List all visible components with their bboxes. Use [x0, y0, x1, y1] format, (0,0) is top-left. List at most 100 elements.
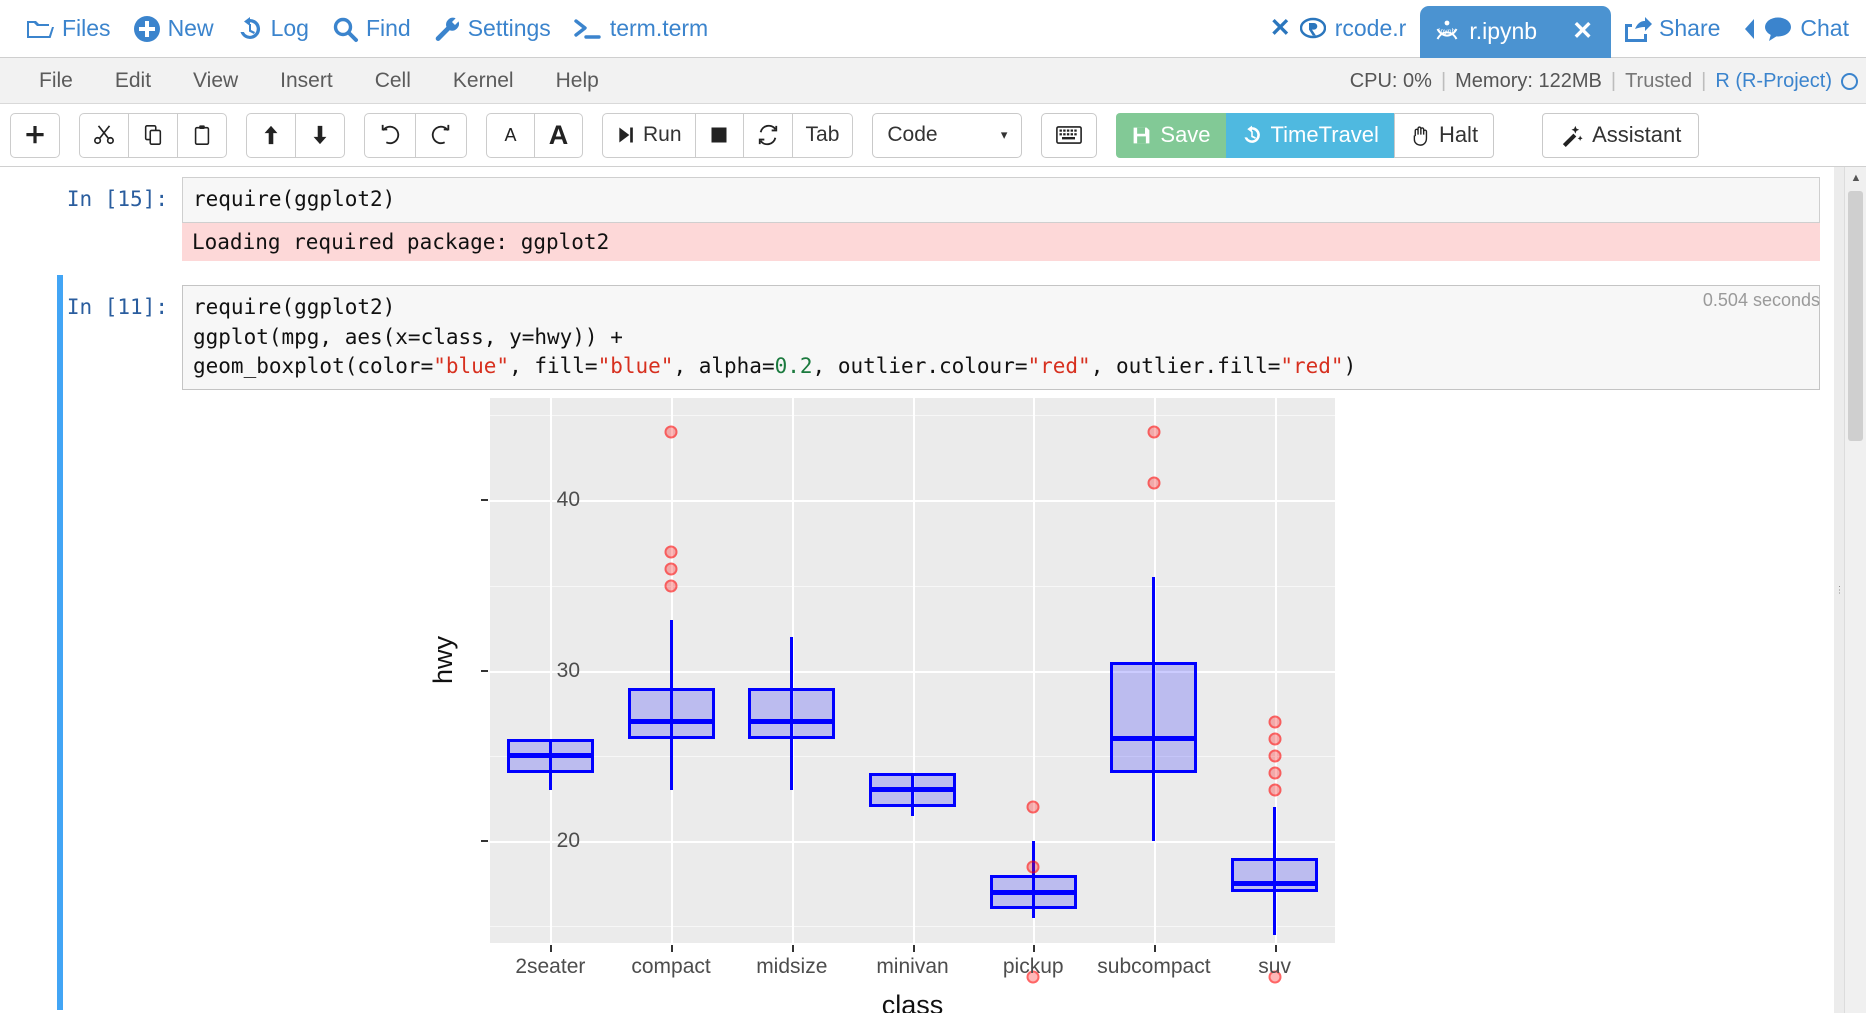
settings-button[interactable]: Settings: [422, 11, 562, 47]
boxplot-box: [628, 688, 715, 739]
halt-button[interactable]: Halt: [1394, 113, 1494, 158]
boxplot-outlier: [665, 562, 678, 575]
x-axis-tick-mark: [671, 945, 673, 952]
y-axis-tick-label: 40: [557, 488, 580, 512]
code-fragment: , fill=: [509, 354, 598, 378]
notebook-cell[interactable]: In [15]: require(ggplot2) Loading requir…: [0, 167, 1844, 261]
terminal-tab-label: term.term: [610, 15, 708, 42]
grid-line-vertical: [913, 398, 915, 943]
notebook-cell[interactable]: In [11]: 0.504 seconds require(ggplot2) …: [0, 275, 1844, 1010]
share-label: Share: [1659, 15, 1720, 42]
tab-rcode-r[interactable]: ✕ rcode.r: [1256, 0, 1421, 58]
top-bar: Files New Log Find Settings: [0, 0, 1866, 58]
code-editor[interactable]: require(ggplot2): [182, 177, 1820, 223]
cell-prompt: In [15]:: [0, 177, 182, 261]
boxplot-median: [748, 719, 835, 724]
copy-icon: [142, 124, 164, 146]
menu-cell[interactable]: Cell: [354, 64, 432, 98]
code-number: 0.2: [775, 354, 813, 378]
redo-icon: [429, 124, 453, 146]
menu-view[interactable]: View: [172, 64, 259, 98]
chevron-left-icon: [1742, 17, 1756, 41]
assistant-button[interactable]: Assistant: [1542, 113, 1699, 158]
settings-label: Settings: [468, 15, 551, 42]
terminal-tab-button[interactable]: term.term: [562, 11, 719, 46]
run-icon: [616, 125, 636, 145]
restart-kernel-button[interactable]: [743, 113, 793, 158]
kernel-name[interactable]: R (R-Project): [1715, 70, 1832, 93]
r-file-icon: [1300, 16, 1326, 42]
find-button[interactable]: Find: [320, 11, 422, 47]
chat-label: Chat: [1800, 15, 1849, 42]
scroll-up-arrow-icon[interactable]: ▲: [1845, 167, 1866, 189]
toolbar-group-run: Run Tab: [602, 113, 853, 158]
menu-help[interactable]: Help: [535, 64, 620, 98]
keyboard-shortcuts-button[interactable]: [1041, 113, 1097, 158]
x-axis-tick-label: pickup: [1003, 955, 1064, 979]
cut-cell-button[interactable]: [79, 113, 129, 158]
top-bar-right-actions: Share Chat: [1611, 11, 1866, 47]
hand-icon: [1410, 125, 1431, 146]
boxplot-outlier: [1027, 860, 1040, 873]
tab-r-ipynb[interactable]: ipynb r.ipynb ✕: [1420, 6, 1611, 58]
large-a-label: A: [549, 120, 569, 151]
x-axis-tick-label: minivan: [876, 955, 948, 979]
menu-kernel[interactable]: Kernel: [432, 64, 535, 98]
timetravel-label: TimeTravel: [1271, 122, 1379, 148]
increase-font-button[interactable]: A: [534, 113, 583, 158]
x-axis-label: class: [882, 990, 944, 1013]
timetravel-button[interactable]: TimeTravel: [1226, 113, 1394, 158]
log-button[interactable]: Log: [225, 11, 320, 47]
boxplot-box: [1231, 858, 1318, 892]
toolbar-group-insert: [10, 113, 60, 158]
arrow-down-icon: [309, 124, 331, 146]
menu-insert[interactable]: Insert: [259, 64, 354, 98]
x-axis-tick-mark: [1033, 945, 1035, 952]
stop-button[interactable]: [695, 113, 744, 158]
code-fragment: , alpha=: [673, 354, 774, 378]
cell-type-select[interactable]: Code ▾: [872, 113, 1022, 158]
notebook-scroll-region: In [15]: require(ggplot2) Loading requir…: [0, 167, 1844, 1013]
undo-button[interactable]: [364, 113, 416, 158]
plus-icon: [24, 124, 46, 146]
x-axis-tick-label: compact: [631, 955, 710, 979]
jupyter-icon: ipynb: [1434, 19, 1460, 45]
boxplot-outlier: [1268, 749, 1281, 762]
kernel-idle-icon: [1841, 73, 1858, 90]
paste-cell-button[interactable]: [177, 113, 227, 158]
toolbar-group-clipboard: [79, 113, 227, 158]
trusted-status: Trusted: [1625, 70, 1692, 93]
right-resize-handle[interactable]: ⋮⋮: [1834, 167, 1844, 1013]
tab-completion-button[interactable]: Tab: [792, 113, 854, 158]
close-icon[interactable]: ✕: [1270, 16, 1291, 41]
code-fragment: geom_boxplot(color=: [193, 354, 433, 378]
code-line-2: ggplot(mpg, aes(x=class, y=hwy)) +: [193, 325, 623, 349]
cell-body: require(ggplot2) Loading required packag…: [182, 177, 1844, 261]
move-cell-down-button[interactable]: [295, 113, 345, 158]
insert-cell-button[interactable]: [10, 113, 60, 158]
files-button[interactable]: Files: [14, 11, 122, 46]
boxplot-outlier: [1027, 801, 1040, 814]
menu-edit[interactable]: Edit: [94, 64, 172, 98]
scrollbar-thumb[interactable]: [1848, 191, 1863, 441]
save-button[interactable]: Save: [1116, 113, 1225, 158]
chat-button[interactable]: Chat: [1731, 11, 1860, 46]
menu-file[interactable]: File: [18, 64, 94, 98]
redo-button[interactable]: [415, 113, 467, 158]
move-cell-up-button[interactable]: [246, 113, 296, 158]
copy-cell-button[interactable]: [128, 113, 178, 158]
code-editor[interactable]: require(ggplot2) ggplot(mpg, aes(x=class…: [182, 285, 1820, 390]
files-label: Files: [62, 15, 111, 42]
close-icon[interactable]: ✕: [1572, 19, 1593, 44]
run-cell-button[interactable]: Run: [602, 113, 696, 158]
x-axis-tick-mark: [1154, 945, 1156, 952]
tab-rcode-r-label: rcode.r: [1335, 15, 1407, 42]
tab-r-ipynb-label: r.ipynb: [1469, 18, 1537, 45]
code-fragment: , outlier.colour=: [813, 354, 1028, 378]
share-button[interactable]: Share: [1611, 11, 1731, 47]
vertical-scrollbar[interactable]: ▲: [1844, 167, 1866, 1013]
decrease-font-button[interactable]: A: [486, 113, 535, 158]
new-button[interactable]: New: [122, 11, 225, 47]
boxplot-median: [1110, 736, 1197, 741]
kernel-status-bar: CPU: 0% | Memory: 122MB | Trusted | R (R…: [1350, 58, 1858, 104]
